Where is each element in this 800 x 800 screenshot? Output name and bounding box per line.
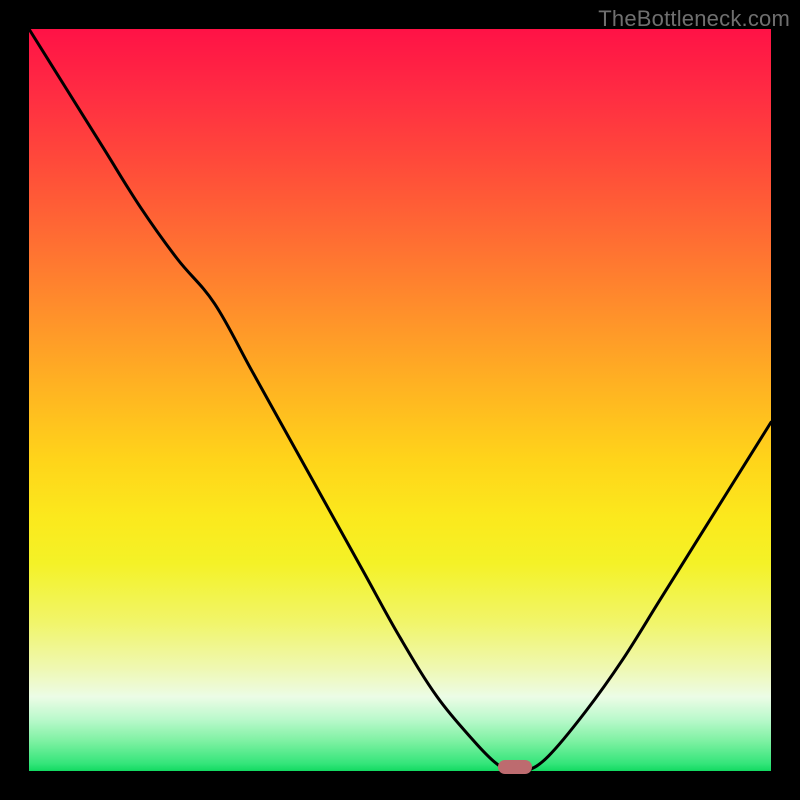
optimum-marker xyxy=(498,760,532,774)
curve-path xyxy=(29,29,771,773)
chart-frame: TheBottleneck.com xyxy=(0,0,800,800)
bottleneck-curve xyxy=(29,29,771,771)
plot-area xyxy=(29,29,771,771)
